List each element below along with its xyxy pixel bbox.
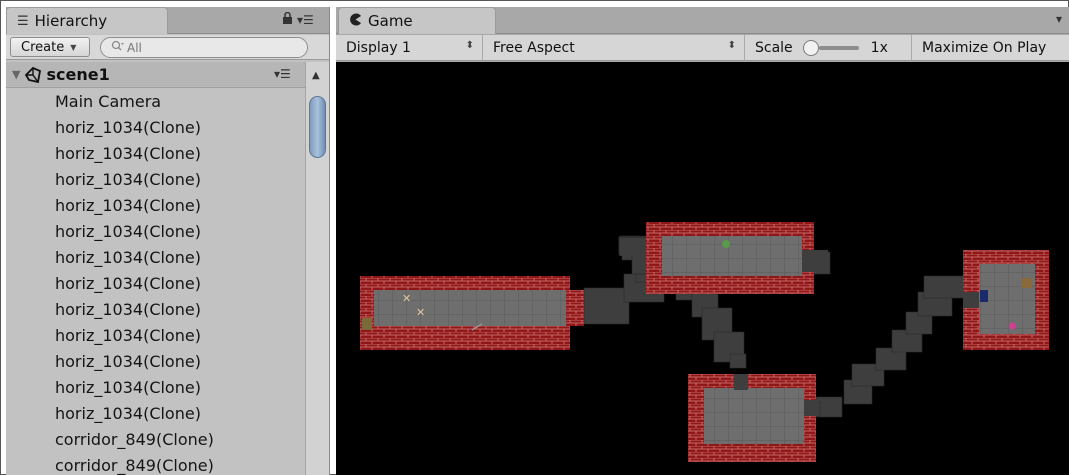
display-select-value: Display 1 [346,39,411,56]
room-bottom [688,374,818,462]
create-button-label: Create [21,39,65,55]
lock-icon[interactable] [282,11,293,27]
search-input[interactable] [127,40,297,55]
hierarchy-item[interactable]: horiz_1034(Clone) [6,219,304,245]
scale-slider-knob[interactable] [802,39,819,56]
hierarchy-scrollbar[interactable]: ▲ [305,62,329,475]
scale-label: Scale [755,39,793,56]
tab-hierarchy[interactable]: ☰ Hierarchy [6,7,168,34]
hierarchy-item[interactable]: horiz_1034(Clone) [6,375,304,401]
hierarchy-item[interactable]: horiz_1034(Clone) [6,193,304,219]
room-right [963,250,1049,350]
hierarchy-item[interactable]: horiz_1034(Clone) [6,271,304,297]
scene-name: scene1 [46,65,110,84]
hierarchy-tab-controls: ▾☰ [282,11,314,27]
scene-menu-icon[interactable]: ▾☰ [274,67,291,81]
maximize-on-play-label: Maximize On Play [922,39,1047,56]
dropdown-arrow-icon: ▼ [70,42,77,52]
svg-text:✕: ✕ [416,306,425,319]
tab-hierarchy-label: Hierarchy [34,12,108,30]
scrollbar-thumb[interactable] [309,96,326,158]
hierarchy-item[interactable]: horiz_1034(Clone) [6,323,304,349]
game-panel: Game ▾ Display 1 ⬍ Free Aspect ⬍ Scale 1… [336,7,1069,475]
updown-arrows-icon: ⬍ [727,39,736,51]
list-icon: ☰ [17,13,29,29]
hierarchy-tabbar: ☰ Hierarchy ▾☰ [6,7,329,34]
hierarchy-item[interactable]: horiz_1034(Clone) [6,349,304,375]
search-field[interactable] [100,37,308,58]
tab-game[interactable]: Game [338,7,496,34]
hierarchy-item[interactable]: horiz_1034(Clone) [6,297,304,323]
room-top [620,222,828,294]
aspect-select[interactable]: Free Aspect ⬍ [483,34,745,61]
panel-menu-icon[interactable]: ▾ [1056,12,1062,26]
game-tabbar: Game ▾ [336,7,1069,34]
game-tab-controls: ▾ [1056,12,1062,26]
hierarchy-item[interactable]: horiz_1034(Clone) [6,245,304,271]
scene-row[interactable]: ▼ scene1 ▾☰ [6,62,329,88]
hierarchy-item[interactable]: horiz_1034(Clone) [6,115,304,141]
pacman-icon [349,13,362,30]
updown-arrows-icon: ⬍ [465,39,474,51]
game-view[interactable]: ✕ ✕ [336,62,1069,475]
hierarchy-panel: ☰ Hierarchy ▾☰ Create ▼ ▼ scene1 ▾☰ [6,7,330,475]
scale-slider[interactable] [802,39,859,56]
create-button[interactable]: Create ▼ [10,37,90,57]
room-left: ✕ ✕ [360,276,584,350]
svg-text:✕: ✕ [402,292,411,305]
tab-game-label: Game [368,12,413,30]
hierarchy-item[interactable]: corridor_849(Clone) [6,453,304,475]
hierarchy-item[interactable]: Main Camera [6,89,304,115]
scroll-up-arrow-icon[interactable]: ▲ [312,70,320,81]
scale-control: Scale 1x [745,34,912,61]
aspect-select-value: Free Aspect [493,39,575,56]
hierarchy-list: Main Camera horiz_1034(Clone) horiz_1034(C… [6,89,304,475]
hierarchy-item[interactable]: horiz_1034(Clone) [6,141,304,167]
hierarchy-item[interactable]: horiz_1034(Clone) [6,401,304,427]
hierarchy-item[interactable]: horiz_1034(Clone) [6,167,304,193]
search-icon [111,40,125,55]
unity-scene-icon [25,66,42,83]
hierarchy-item[interactable]: corridor_849(Clone) [6,427,304,453]
hierarchy-toolbar: Create ▼ [6,35,329,60]
game-scene-render: ✕ ✕ [360,222,1049,462]
maximize-on-play-button[interactable]: Maximize On Play [912,35,1062,61]
panel-menu-icon[interactable]: ▾☰ [297,13,314,27]
display-select[interactable]: Display 1 ⬍ [336,34,483,61]
foldout-arrow-icon[interactable]: ▼ [12,68,20,81]
scale-value: 1x [870,39,888,56]
game-toolbar: Display 1 ⬍ Free Aspect ⬍ Scale 1x Maxim… [336,34,1069,61]
